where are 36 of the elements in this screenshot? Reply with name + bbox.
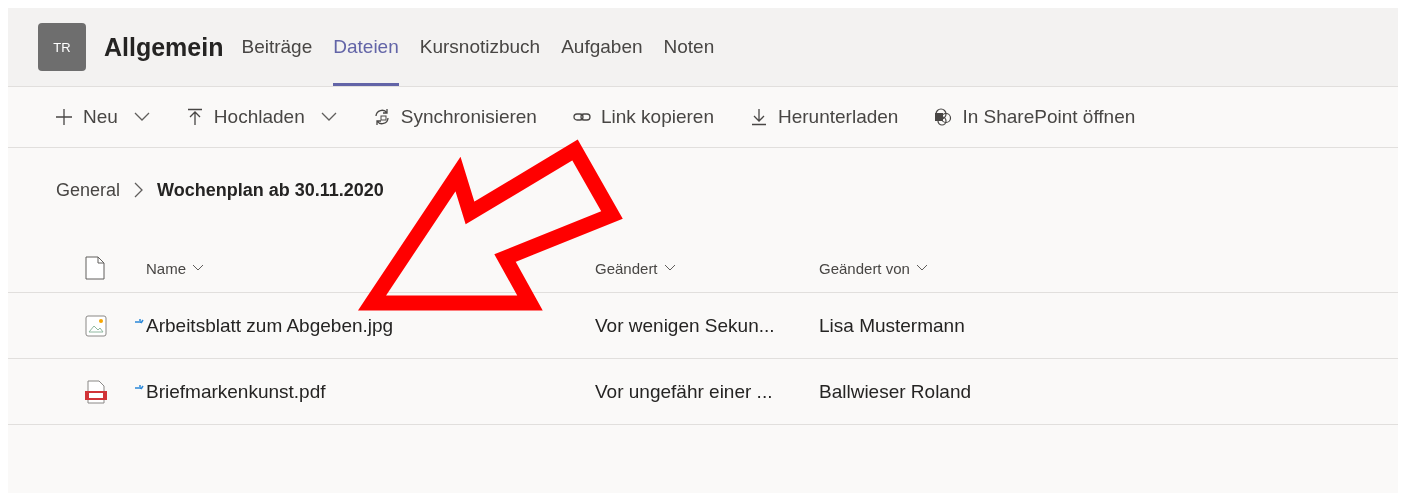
modified-cell-text: Vor wenigen Sekun... [595,314,776,337]
toolbar-button[interactable]: Synchronisieren [372,106,537,128]
sync-icon [372,108,391,126]
column-header[interactable]: Geändert von [819,259,1398,277]
image-file-icon [85,314,107,337]
toolbar-button[interactable]: Herunterladen [750,106,899,128]
tab[interactable]: Aufgaben [561,8,643,86]
modified-cell-text: Vor ungefähr einer ... [595,380,774,403]
breadcrumb-link[interactable]: General [56,179,121,201]
upload-icon [185,108,204,126]
toolbar-button[interactable]: In SharePoint öffnen [934,106,1136,128]
new-button[interactable]: Neu [55,106,150,128]
sharepoint-icon [934,108,953,126]
team-avatar: TR [38,23,86,71]
modified-by-cell-text: Ballwieser Roland [819,380,973,403]
toolbar-button[interactable]: Link kopieren [572,106,714,128]
team-name: Allgemein [104,32,224,62]
pdf-file-icon [85,379,107,404]
chevron-down-icon [663,264,676,272]
file-icon [85,256,105,280]
chevron-down-icon [192,264,204,272]
tab[interactable]: Dateien [333,8,399,86]
chevron-right-icon [134,182,144,198]
breadcrumb-current: Wochenplan ab 30.11.2020 [157,179,384,201]
column-header[interactable]: Name [146,259,595,277]
column-header[interactable]: Geändert [595,259,819,277]
download-icon [750,108,768,126]
tab[interactable]: Beiträge [241,8,313,86]
file-name-link[interactable]: Briefmarkenkunst.pdf [146,380,326,403]
tab[interactable]: Noten [663,8,715,86]
file-name-link[interactable]: Arbeitsblatt zum Abgeben.jpg [146,314,394,337]
chevron-down-icon [915,264,928,272]
modified-by-cell-text: Lisa Mustermann [819,314,966,337]
toolbar-button[interactable]: Hochladen [185,106,337,128]
plus-icon [55,108,73,126]
tab[interactable]: Kursnotizbuch [419,8,541,86]
